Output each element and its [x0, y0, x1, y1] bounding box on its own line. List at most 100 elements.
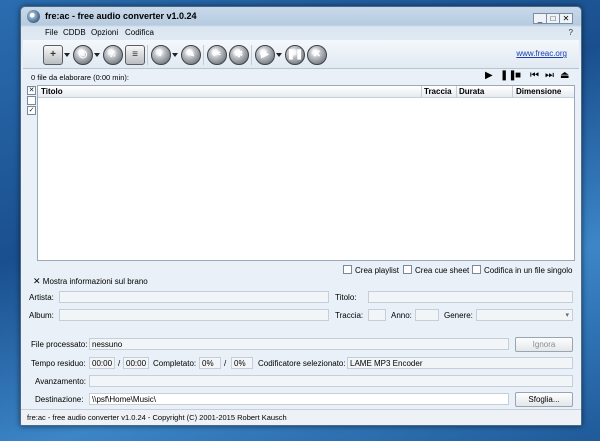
- completed-total-field: 0%: [231, 357, 253, 369]
- remove-icon[interactable]: ♫: [103, 45, 123, 65]
- menu-cddb[interactable]: CDDB: [63, 28, 86, 37]
- close-x-icon[interactable]: ✕: [33, 276, 41, 286]
- checkbox-box[interactable]: [472, 265, 481, 274]
- track-list-header: Titolo Traccia Durata Dimensione: [38, 86, 574, 98]
- artist-field[interactable]: [59, 291, 329, 303]
- column-divider[interactable]: [512, 86, 513, 97]
- play-icon[interactable]: ▶: [485, 70, 493, 81]
- track-info-toggle-label: Mostra informazioni sul brano: [42, 277, 148, 286]
- toggle-selection-checkbox[interactable]: ✓: [27, 106, 36, 115]
- destination-value: \\psf\Home\Music\: [92, 395, 157, 404]
- next-track-icon[interactable]: ⏭: [545, 70, 554, 81]
- title-field[interactable]: [368, 291, 573, 303]
- create-cuesheet-checkbox[interactable]: Crea cue sheet: [403, 265, 469, 275]
- encoder-label: Codificatore selezionato:: [258, 359, 346, 368]
- skip-button[interactable]: Ignora: [515, 337, 573, 352]
- settings-gear-icon[interactable]: ✱: [229, 45, 249, 65]
- copyright-text: fre:ac - free audio converter v1.0.24 - …: [27, 413, 287, 422]
- pause-icon[interactable]: ❚❚: [285, 45, 305, 65]
- eject-icon[interactable]: ⏏: [560, 70, 569, 81]
- remaining-time-label: Tempo residuo:: [31, 359, 86, 368]
- remaining-time-value: 00:00: [92, 359, 113, 368]
- completed-value: 0%: [202, 359, 214, 368]
- cddb-submit-icon[interactable]: ✎: [181, 45, 201, 65]
- cd-icon[interactable]: ◎: [73, 45, 93, 65]
- processed-file-label: File processato:: [31, 340, 88, 349]
- title-bar: fre:ac - free audio converter v1.0.24 _ …: [21, 7, 581, 27]
- chevron-down-icon[interactable]: ▾: [565, 311, 569, 319]
- add-files-icon[interactable]: +: [43, 45, 63, 65]
- stop-playback-icon[interactable]: ■: [515, 70, 521, 81]
- column-track[interactable]: Traccia: [424, 87, 452, 96]
- cddb-dropdown-icon[interactable]: [172, 53, 178, 57]
- track-label: Traccia:: [335, 311, 364, 320]
- artist-label: Artista:: [29, 293, 54, 302]
- year-field[interactable]: [415, 309, 439, 321]
- processed-file-value: nessuno: [92, 340, 123, 349]
- destination-label: Destinazione:: [35, 395, 84, 404]
- menu-opzioni[interactable]: Opzioni: [91, 28, 118, 37]
- track-field[interactable]: [368, 309, 386, 321]
- column-duration[interactable]: Durata: [459, 87, 484, 96]
- album-field[interactable]: [59, 309, 329, 321]
- select-none-checkbox[interactable]: [27, 96, 36, 105]
- window-title: fre:ac - free audio converter v1.0.24: [45, 11, 197, 21]
- single-file-checkbox[interactable]: Codifica in un file singolo: [472, 265, 573, 275]
- menu-file[interactable]: File: [45, 28, 58, 37]
- track-list[interactable]: Titolo Traccia Durata Dimensione: [37, 85, 575, 261]
- browse-button[interactable]: Sfoglia...: [515, 392, 573, 407]
- close-button[interactable]: ✕: [559, 13, 573, 24]
- column-divider[interactable]: [421, 86, 422, 97]
- cddb-query-icon[interactable]: ◐: [151, 45, 171, 65]
- column-title[interactable]: Titolo: [41, 87, 63, 96]
- maximize-button[interactable]: □: [546, 13, 560, 24]
- progress-label: Avanzamento:: [35, 377, 86, 386]
- single-file-label: Codifica in un file singolo: [484, 266, 573, 275]
- minimize-button[interactable]: _: [533, 13, 547, 24]
- menu-bar: File CDDB Opzioni Codifica ?: [21, 27, 581, 40]
- encode-play-icon[interactable]: ▶: [255, 45, 275, 65]
- encoder-field: LAME MP3 Encoder: [347, 357, 573, 369]
- menu-codifica[interactable]: Codifica: [125, 28, 154, 37]
- create-cuesheet-label: Crea cue sheet: [415, 266, 470, 275]
- remaining-time-field: 00:00: [89, 357, 115, 369]
- website-link[interactable]: www.freac.org: [516, 49, 567, 58]
- year-label: Anno:: [391, 311, 412, 320]
- genre-select[interactable]: ▾: [476, 309, 573, 321]
- toolbar-separator: [251, 45, 252, 65]
- previous-track-icon[interactable]: ⏮: [530, 70, 539, 81]
- create-playlist-checkbox[interactable]: Crea playlist: [343, 265, 399, 275]
- app-window: fre:ac - free audio converter v1.0.24 _ …: [20, 6, 582, 426]
- tools-icon[interactable]: ✂: [207, 45, 227, 65]
- completed-label: Completato:: [153, 359, 197, 368]
- total-time-field: 00:00: [123, 357, 149, 369]
- encode-dropdown-icon[interactable]: [276, 53, 282, 57]
- status-bar: fre:ac - free audio converter v1.0.24 - …: [21, 409, 581, 425]
- encoder-value: LAME MP3 Encoder: [350, 359, 423, 368]
- toolbar-separator: [147, 45, 148, 65]
- toolbar: + ◎ ♫ ≡ ◐ ✎ ✂ ✱ ▶ ❚❚ ✕ www.freac.org: [23, 40, 579, 69]
- help-menu[interactable]: ?: [569, 28, 573, 37]
- select-all-checkbox[interactable]: ✕: [27, 86, 36, 95]
- track-info-toggle[interactable]: ✕ Mostra informazioni sul brano: [33, 276, 148, 287]
- progress-bar: [89, 375, 573, 387]
- column-size[interactable]: Dimensione: [516, 87, 561, 96]
- completed-total-value: 0%: [234, 359, 246, 368]
- add-files-dropdown-icon[interactable]: [64, 53, 70, 57]
- clear-list-icon[interactable]: ≡: [125, 45, 145, 65]
- time-separator: /: [118, 359, 121, 368]
- stop-icon[interactable]: ✕: [307, 45, 327, 65]
- processed-file-field: nessuno: [89, 338, 509, 350]
- checkbox-box[interactable]: [343, 265, 352, 274]
- total-time-value: 00:00: [126, 359, 147, 368]
- app-cd-icon: [27, 10, 40, 23]
- files-status: 0 file da elaborare (0:00 min):: [31, 73, 129, 82]
- title-label: Titolo:: [335, 293, 357, 302]
- toolbar-separator: [203, 45, 204, 65]
- column-divider[interactable]: [456, 86, 457, 97]
- cd-dropdown-icon[interactable]: [94, 53, 100, 57]
- completed-separator: /: [224, 359, 227, 368]
- destination-input[interactable]: \\psf\Home\Music\: [89, 393, 509, 405]
- album-label: Album:: [29, 311, 54, 320]
- checkbox-box[interactable]: [403, 265, 412, 274]
